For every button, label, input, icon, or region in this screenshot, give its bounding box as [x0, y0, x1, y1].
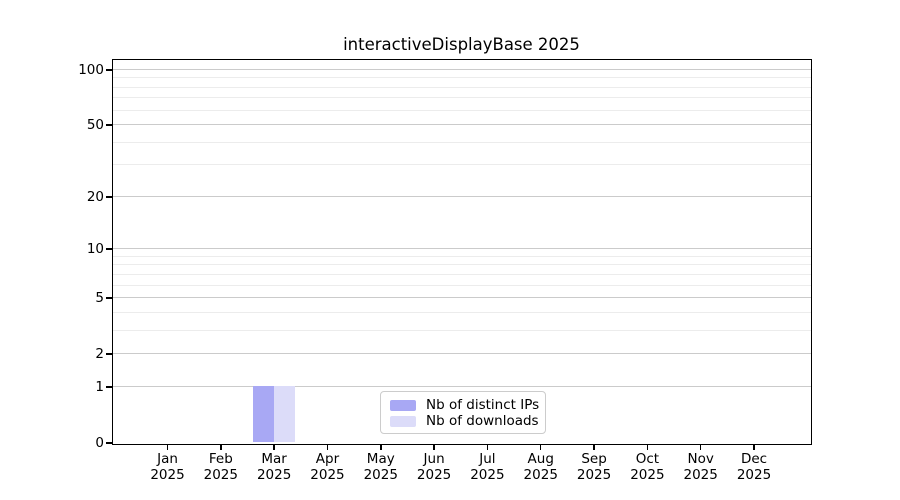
gridline-minor — [112, 284, 811, 286]
y-tick-label: 0 — [95, 435, 104, 451]
x-tick-mark — [273, 444, 275, 450]
gridline-major — [112, 353, 811, 355]
legend-row-distinct-ips: Nb of distinct IPs — [390, 397, 540, 413]
y-tick-mark — [106, 297, 112, 299]
y-tick-mark — [106, 353, 112, 355]
x-tick-mark — [220, 444, 222, 450]
y-tick-label: 1 — [95, 378, 104, 395]
legend-swatch-distinct-ips-icon — [390, 399, 416, 411]
legend-swatch-downloads-icon — [390, 415, 416, 427]
y-tick-mark — [106, 124, 112, 126]
y-tick-mark — [106, 248, 112, 250]
x-tick-mark — [539, 444, 542, 450]
bar-downloads — [273, 386, 295, 443]
y-tick-mark — [106, 196, 112, 198]
bar-distinct-ips — [252, 386, 274, 443]
gridline-major — [112, 124, 811, 126]
legend-label-distinct-ips: Nb of distinct IPs — [426, 397, 540, 413]
x-tick-mark — [380, 444, 382, 450]
x-tick-month: Dec — [740, 451, 768, 467]
y-tick-label: 2 — [95, 346, 104, 363]
gridline-minor — [112, 77, 811, 79]
gridline-major — [112, 297, 811, 299]
gridline-major — [112, 248, 811, 250]
legend-row-downloads: Nb of downloads — [390, 413, 539, 429]
gridline-major — [112, 69, 811, 70]
gridline-minor — [112, 264, 811, 266]
x-tick-mark — [753, 444, 755, 450]
gridline-minor — [112, 164, 811, 166]
legend-label-downloads: Nb of downloads — [426, 413, 539, 429]
y-tick-label: 10 — [86, 241, 104, 258]
gridline-minor — [112, 86, 811, 88]
y-tick-mark — [106, 386, 112, 388]
legend: Nb of distinct IPs Nb of downloads — [380, 391, 546, 434]
y-tick-label: 100 — [78, 62, 104, 78]
figure: interactiveDisplayBase 2025 0 1 2 5 10 20 50 10… — [0, 0, 900, 500]
gridline-minor — [112, 109, 811, 111]
x-tick-mark — [433, 444, 435, 450]
x-tick-mark — [646, 444, 649, 450]
chart-title: interactiveDisplayBase 2025 — [343, 35, 580, 54]
x-tick-mark — [593, 444, 595, 450]
gridline-major — [112, 385, 811, 387]
y-tick-label: 5 — [95, 290, 104, 307]
x-tick-mark — [326, 444, 329, 450]
x-tick-mark — [486, 444, 489, 450]
x-tick-year: 2025 — [736, 467, 772, 483]
gridline-minor — [112, 255, 811, 257]
gridline-minor — [112, 141, 811, 143]
y-tick-label: 50 — [86, 117, 104, 134]
gridline-minor — [112, 329, 811, 331]
plot-area — [111, 58, 812, 445]
y-tick-mark — [106, 69, 112, 71]
y-tick-mark — [106, 442, 112, 444]
gridline-major — [112, 195, 811, 197]
y-tick-label: 20 — [86, 188, 104, 205]
gridline-minor — [112, 311, 811, 313]
x-tick-mark — [166, 444, 169, 450]
gridline-minor — [112, 97, 811, 99]
x-tick-mark — [699, 444, 702, 450]
gridline-minor — [112, 273, 811, 275]
x-tick-label: Dec 2025 — [712, 451, 796, 483]
